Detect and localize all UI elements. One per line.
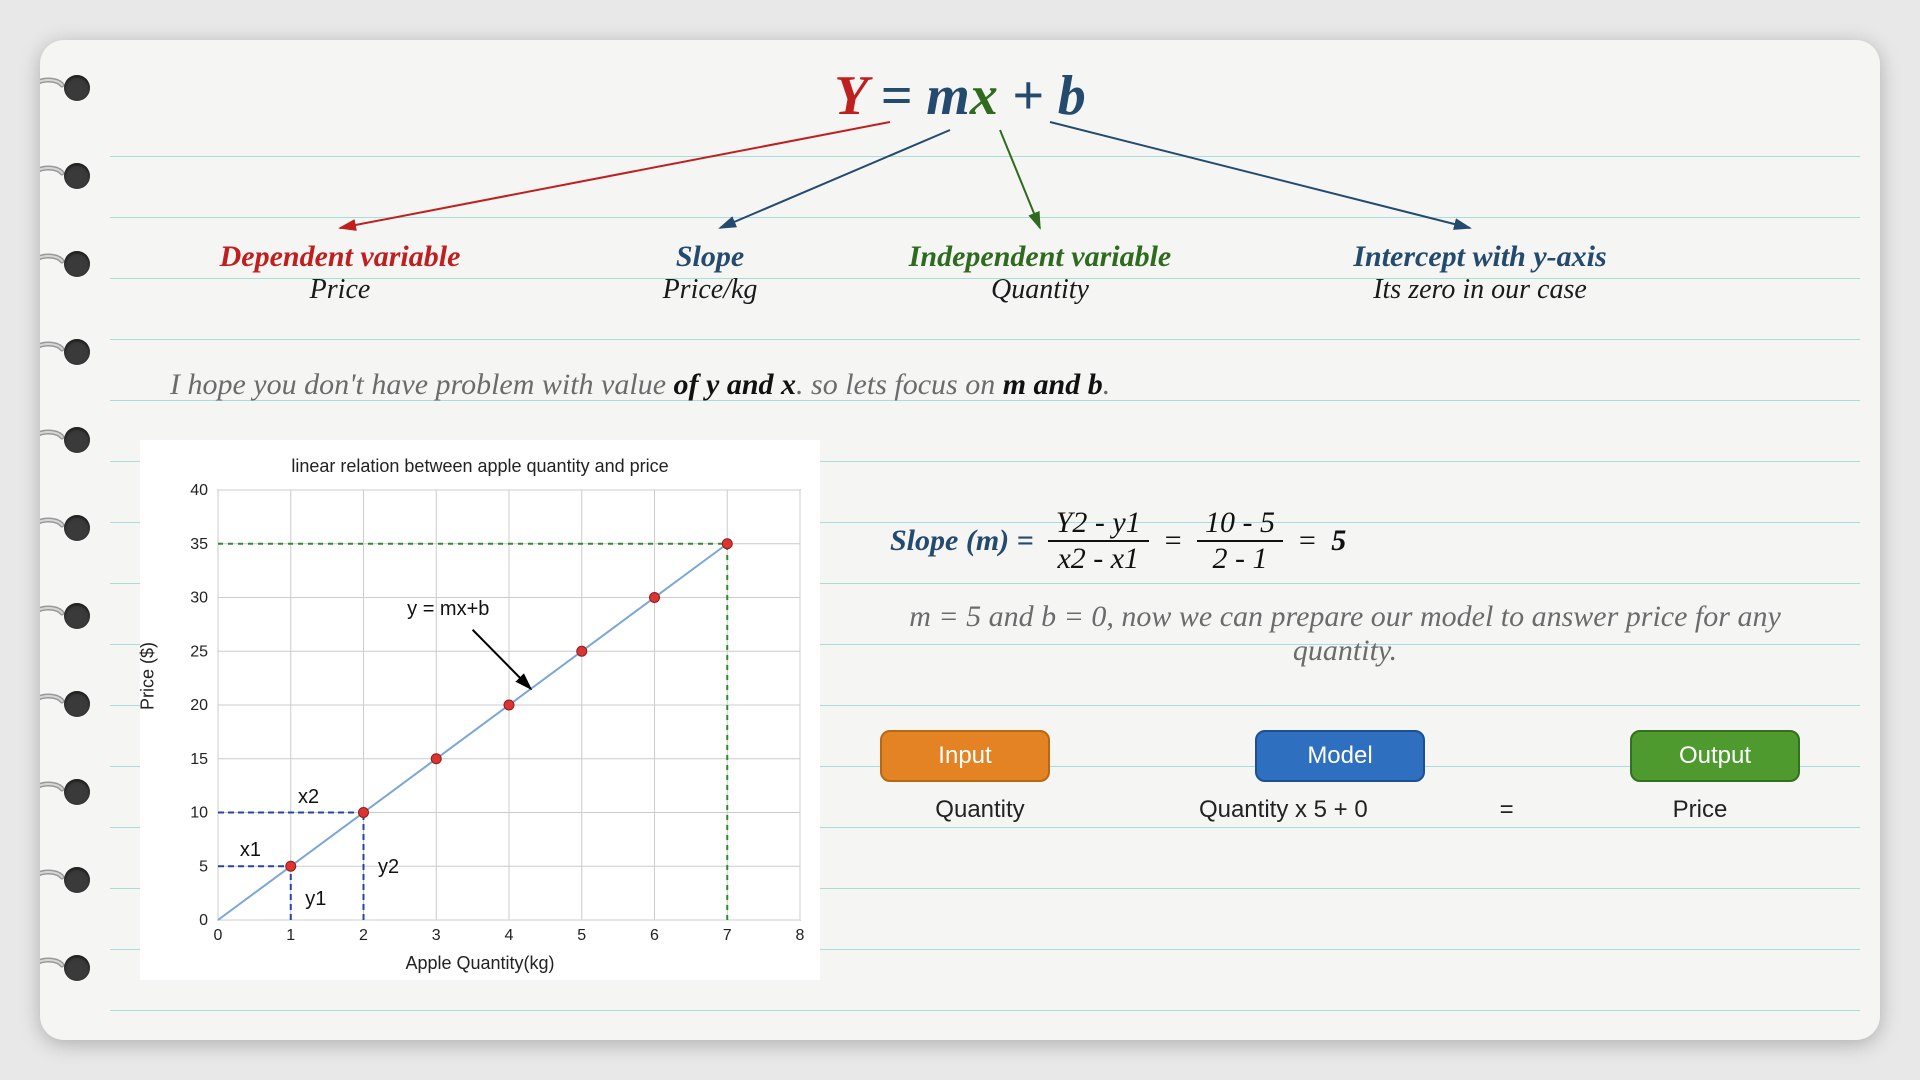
- label-dependent: Dependent variable Price: [160, 240, 520, 306]
- note-e1: of y and x: [674, 368, 797, 401]
- svg-text:15: 15: [190, 751, 208, 768]
- label-dependent-title: Dependent variable: [160, 240, 520, 274]
- slope-eq1: =: [1163, 524, 1183, 558]
- slope-num2: 10 - 5: [1197, 508, 1283, 542]
- svg-text:0: 0: [199, 912, 208, 929]
- label-intercept-sub: Its zero in our case: [1270, 274, 1690, 306]
- svg-text:3: 3: [432, 927, 441, 944]
- slope-num1: Y2 - y1: [1048, 508, 1149, 542]
- chip-model: Model: [1255, 730, 1425, 782]
- slope-frac2: 10 - 5 2 - 1: [1197, 508, 1283, 574]
- svg-text:10: 10: [190, 805, 208, 822]
- note-line: I hope you don't have problem with value…: [170, 368, 1820, 402]
- slope-frac1: Y2 - y1 x2 - x1: [1048, 508, 1149, 574]
- row2-output: Price: [1600, 796, 1800, 824]
- note-p3: .: [1103, 368, 1111, 401]
- slope-den1: x2 - x1: [1049, 542, 1147, 574]
- content: Y = mx + b Dependent variable Price Slop…: [40, 40, 1880, 1040]
- chart: linear relation between apple quantity a…: [140, 440, 820, 980]
- chip-input: Input: [880, 730, 1050, 782]
- label-intercept-title: Intercept with y-axis: [1270, 240, 1690, 274]
- svg-text:5: 5: [199, 858, 208, 875]
- svg-text:5: 5: [577, 927, 586, 944]
- svg-text:2: 2: [359, 927, 368, 944]
- label-slope-title: Slope: [590, 240, 830, 274]
- svg-text:7: 7: [723, 927, 732, 944]
- label-slope: Slope Price/kg: [590, 240, 830, 306]
- label-intercept: Intercept with y-axis Its zero in our ca…: [1270, 240, 1690, 306]
- slope-calc: Slope (m) = Y2 - y1 x2 - x1 = 10 - 5 2 -…: [890, 508, 1820, 574]
- slope-eq2: =: [1297, 524, 1317, 558]
- note-p1: I hope you don't have problem with value: [170, 368, 674, 401]
- svg-text:0: 0: [214, 927, 223, 944]
- label-slope-sub: Price/kg: [590, 274, 830, 306]
- slope-result: 5: [1331, 524, 1346, 558]
- note-e2: m and b: [1003, 368, 1103, 401]
- row2-model: Quantity x 5 + 0: [1153, 796, 1413, 824]
- note-p2: . so lets focus on: [796, 368, 1003, 401]
- label-independent-title: Independent variable: [860, 240, 1220, 274]
- svg-text:1: 1: [286, 927, 295, 944]
- svg-text:30: 30: [190, 590, 208, 607]
- model-boxes: Input Model Output: [880, 730, 1800, 782]
- notebook-page: Y = mx + b Dependent variable Price Slop…: [40, 40, 1880, 1040]
- slope-lead: Slope (m) =: [890, 524, 1034, 558]
- svg-text:25: 25: [190, 643, 208, 660]
- row2-input: Quantity: [880, 796, 1080, 824]
- chip-output: Output: [1630, 730, 1800, 782]
- slope-den2: 2 - 1: [1205, 542, 1276, 574]
- label-dependent-sub: Price: [160, 274, 520, 306]
- model-boxes-row2: Quantity Quantity x 5 + 0 = Price: [880, 796, 1800, 824]
- label-independent-sub: Quantity: [860, 274, 1220, 306]
- label-independent: Independent variable Quantity: [860, 240, 1220, 306]
- svg-text:20: 20: [190, 697, 208, 714]
- explain-text: m = 5 and b = 0, now we can prepare our …: [870, 600, 1820, 668]
- svg-text:35: 35: [190, 536, 208, 553]
- svg-text:4: 4: [505, 927, 514, 944]
- svg-text:40: 40: [190, 482, 208, 499]
- svg-text:6: 6: [650, 927, 659, 944]
- svg-text:8: 8: [796, 927, 805, 944]
- row2-eq: =: [1487, 796, 1527, 824]
